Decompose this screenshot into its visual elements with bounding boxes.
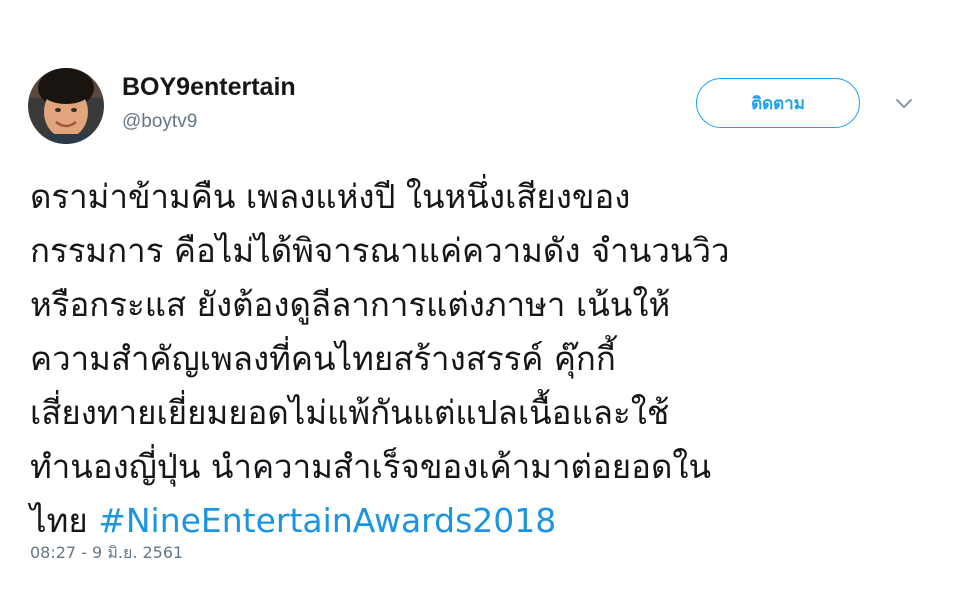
tweet-text-line: เสี่ยงทายเยี่ยมยอดไม่แพ้กันแต่แปลเนื้อแล… [30, 393, 670, 432]
hashtag-link[interactable]: #NineEntertainAwards2018 [98, 501, 556, 540]
avatar[interactable] [28, 68, 104, 144]
tweet-text-line: ทำนองญี่ปุ่น นำความสำเร็จของเค้ามาต่อยอด… [30, 447, 712, 486]
follow-button[interactable]: ติดตาม [696, 78, 860, 128]
chevron-down-icon[interactable] [890, 94, 918, 114]
tweet-text: ดราม่าข้ามคืน เพลงแห่งปี ในหนึ่งเสียงของ… [30, 170, 940, 548]
tweet-text-line: หรือกระแส ยังต้องดูลีลาการแต่งภาษา เน้นใ… [30, 285, 671, 324]
tweet-text-line: ดราม่าข้ามคืน เพลงแห่งปี ในหนึ่งเสียงของ [30, 177, 631, 216]
tweet-text-prefix: ไทย [30, 501, 99, 540]
tweet-card: BOY9entertain @boytv9 ติดตาม ดราม่าข้ามค… [0, 0, 968, 593]
user-handle[interactable]: @boytv9 [122, 110, 197, 134]
profile-photo-icon [28, 68, 104, 144]
tweet-text-line: ไทย #NineEntertainAwards2018 [30, 494, 940, 548]
tweet-text-line: กรรมการ คือไม่ได้พิจารณาแค่ความดัง จำนวน… [30, 231, 730, 270]
tweet-timestamp[interactable]: 08:27 - 9 มิ.ย. 2561 [30, 542, 183, 564]
tweet-text-line: ความสำคัญเพลงที่คนไทยสร้างสรรค์ คุ๊กกี้ [30, 339, 616, 378]
display-name[interactable]: BOY9entertain [122, 72, 296, 102]
